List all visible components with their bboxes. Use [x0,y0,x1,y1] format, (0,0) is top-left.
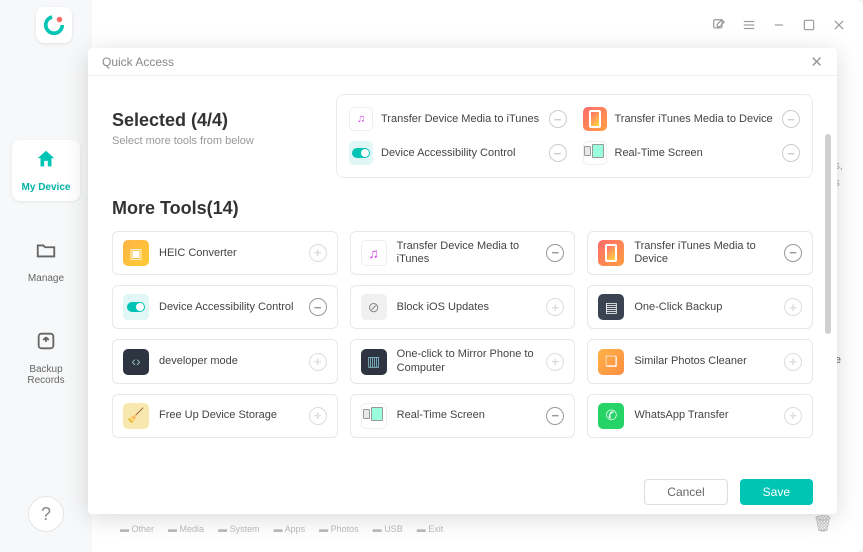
tool-similar-photos[interactable]: ❏ Similar Photos Cleaner + [587,339,813,383]
screen-icon [361,403,387,429]
add-icon[interactable]: + [546,298,564,316]
more-tools-grid: ▣ HEIC Converter + ♫ Transfer Device Med… [112,231,813,438]
more-tools-heading: More Tools(14) [112,198,813,219]
tool-developer-mode[interactable]: ‹› developer mode + [112,339,338,383]
scrollbar[interactable] [825,134,831,462]
quick-access-dialog: Quick Access ✕ Selected (4/4) Select mor… [88,48,837,514]
tool-one-click-backup[interactable]: ▤ One-Click Backup + [587,285,813,329]
tool-mirror-phone[interactable]: ▥ One-click to Mirror Phone to Computer … [350,339,576,383]
dialog-title: Quick Access [102,55,174,69]
selected-tool-transfer-to-itunes[interactable]: ♫ Transfer Device Media to iTunes − [349,107,567,131]
close-icon[interactable]: ✕ [810,53,823,71]
home-icon [35,148,57,176]
tool-accessibility[interactable]: Device Accessibility Control − [112,285,338,329]
sidebar-item-label: My Device [22,182,71,193]
phone-icon [583,107,607,131]
add-icon[interactable]: + [784,353,802,371]
remove-icon[interactable]: − [549,110,567,128]
phone-icon [598,240,624,266]
code-icon: ‹› [123,349,149,375]
block-icon: ⊘ [361,294,387,320]
add-icon[interactable]: + [546,353,564,371]
remove-icon[interactable]: − [309,298,327,316]
sidebar: My Device Manage Backup Records [0,0,92,552]
remove-icon[interactable]: − [549,144,567,162]
toggle-icon [123,294,149,320]
whatsapp-icon: ✆ [598,403,624,429]
itunes-icon: ♫ [361,240,387,266]
menu-icon[interactable] [741,17,757,33]
toggle-icon [349,141,373,165]
heic-icon: ▣ [123,240,149,266]
selected-tool-transfer-to-device[interactable]: Transfer iTunes Media to Device − [583,107,801,131]
tool-transfer-to-itunes[interactable]: ♫ Transfer Device Media to iTunes − [350,231,576,275]
tool-free-storage[interactable]: 🧹 Free Up Device Storage + [112,394,338,438]
remove-icon[interactable]: − [546,244,564,262]
selected-tools-grid: ♫ Transfer Device Media to iTunes − Tran… [336,94,813,178]
selected-tool-accessibility[interactable]: Device Accessibility Control − [349,141,567,165]
remove-icon[interactable]: − [546,407,564,425]
add-icon[interactable]: + [309,407,327,425]
tool-whatsapp-transfer[interactable]: ✆ WhatsApp Transfer + [587,394,813,438]
close-window-icon[interactable] [831,17,847,33]
remove-icon[interactable]: − [782,144,800,162]
sidebar-item-label: Backup Records [16,364,76,386]
folder-icon [35,239,57,267]
remove-icon[interactable]: − [784,244,802,262]
tool-transfer-to-device[interactable]: Transfer iTunes Media to Device − [587,231,813,275]
backup-tool-icon: ▤ [598,294,624,320]
photos-icon: ❏ [598,349,624,375]
app-logo [36,7,72,43]
cancel-button[interactable]: Cancel [644,479,727,505]
sidebar-item-label: Manage [28,273,64,284]
trash-icon[interactable]: 🗑 [813,514,833,534]
broom-icon: 🧹 [123,403,149,429]
mirror-icon: ▥ [361,349,387,375]
minimize-icon[interactable] [771,17,787,33]
sidebar-item-manage[interactable]: Manage [12,231,80,292]
backup-icon [35,330,57,358]
maximize-icon[interactable] [801,17,817,33]
add-icon[interactable]: + [309,353,327,371]
add-icon[interactable]: + [784,407,802,425]
selected-heading: Selected (4/4) [112,110,312,131]
selected-tool-realtime-screen[interactable]: Real-Time Screen − [583,141,801,165]
selected-subtitle: Select more tools from below [112,135,312,147]
add-icon[interactable]: + [784,298,802,316]
add-icon[interactable]: + [309,244,327,262]
itunes-icon: ♫ [349,107,373,131]
tool-realtime-screen[interactable]: Real-Time Screen − [350,394,576,438]
sidebar-item-my-device[interactable]: My Device [12,140,80,201]
edit-icon[interactable] [711,17,727,33]
screen-icon [583,141,607,165]
save-button[interactable]: Save [740,479,813,505]
remove-icon[interactable]: − [782,110,800,128]
tool-heic-converter[interactable]: ▣ HEIC Converter + [112,231,338,275]
bottom-hint-tabs: ▬ Other ▬ Media ▬ System ▬ Apps ▬ Photos… [120,524,443,534]
sidebar-item-backup-records[interactable]: Backup Records [12,322,80,394]
help-button[interactable]: ? [28,496,64,532]
tool-block-ios-updates[interactable]: ⊘ Block iOS Updates + [350,285,576,329]
